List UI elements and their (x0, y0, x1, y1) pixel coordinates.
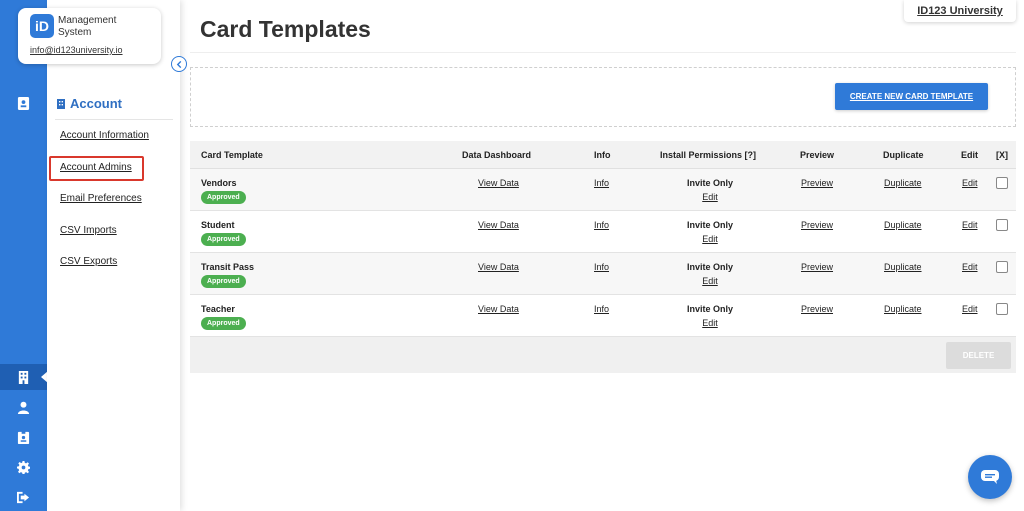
organization-switcher[interactable]: ID123 University (904, 0, 1016, 22)
create-card-template-button[interactable]: CREATE NEW CARD TEMPLATE (835, 83, 988, 110)
edit-link[interactable]: Edit (962, 178, 978, 188)
preview-link[interactable]: Preview (801, 220, 833, 230)
user-icon[interactable] (0, 394, 47, 420)
collapse-sidebar-button[interactable] (171, 56, 187, 72)
sidebar-section-title: Account (57, 96, 122, 111)
row-select-checkbox[interactable] (996, 261, 1008, 273)
permission-value: Invite Only (686, 178, 733, 188)
chat-icon (981, 470, 999, 484)
permission-value: Invite Only (686, 304, 733, 314)
preview-link[interactable]: Preview (801, 178, 833, 188)
table-row: Vendors Approved View Data Info Invite O… (190, 169, 1016, 211)
sidebar-item-csv-exports[interactable]: CSV Exports (60, 256, 117, 267)
duplicate-link[interactable]: Duplicate (884, 304, 922, 314)
gear-icon[interactable] (0, 454, 47, 480)
edit-link[interactable]: Edit (962, 220, 978, 230)
template-name: Transit Pass (201, 262, 255, 272)
header-select: [X] (996, 150, 1008, 160)
delete-button[interactable]: DELETE (946, 342, 1011, 369)
status-badge: Approved (201, 317, 246, 330)
info-link[interactable]: Info (594, 220, 609, 230)
id-badge-icon[interactable] (0, 424, 47, 450)
status-badge: Approved (201, 233, 246, 246)
chat-button[interactable] (968, 455, 1012, 499)
permission-edit-link[interactable]: Edit (684, 192, 736, 202)
duplicate-link[interactable]: Duplicate (884, 262, 922, 272)
sidebar-item-account-admins[interactable]: Account Admins (60, 162, 132, 173)
chevron-left-icon (176, 60, 181, 68)
sidebar-item-account-information[interactable]: Account Information (60, 130, 149, 141)
account-sidebar: Account Account Information Account Admi… (47, 0, 180, 511)
page-title: Card Templates (200, 16, 371, 42)
building-icon (57, 98, 65, 109)
info-link[interactable]: Info (594, 304, 609, 314)
header-data-dashboard: Data Dashboard (462, 150, 532, 160)
main-content: ID123 University Card Templates CREATE N… (190, 0, 1024, 511)
sidebar-divider (55, 119, 173, 120)
logout-icon[interactable] (0, 484, 47, 510)
header-card-template: Card Template (201, 150, 263, 160)
table-row: Student Approved View Data Info Invite O… (190, 211, 1016, 253)
header-edit: Edit (961, 150, 978, 160)
duplicate-link[interactable]: Duplicate (884, 220, 922, 230)
row-select-checkbox[interactable] (996, 303, 1008, 315)
view-data-link[interactable]: View Data (478, 304, 519, 314)
status-badge: Approved (201, 191, 246, 204)
preview-link[interactable]: Preview (801, 262, 833, 272)
info-link[interactable]: Info (594, 178, 609, 188)
permission-edit-link[interactable]: Edit (684, 234, 736, 244)
view-data-link[interactable]: View Data (478, 262, 519, 272)
edit-link[interactable]: Edit (962, 262, 978, 272)
brand-logo: iD (30, 14, 54, 38)
brand-name-line1: Management (58, 15, 117, 26)
row-select-checkbox[interactable] (996, 177, 1008, 189)
app-root: Account Account Information Account Admi… (0, 0, 1024, 511)
edit-link[interactable]: Edit (962, 304, 978, 314)
header-preview: Preview (800, 150, 835, 160)
table-row: Transit Pass Approved View Data Info Inv… (190, 253, 1016, 295)
permission-edit-link[interactable]: Edit (684, 318, 736, 328)
view-data-link[interactable]: View Data (478, 220, 519, 230)
brand-name: Management System (58, 15, 116, 39)
table-header: Card Template Data Dashboard Info Instal… (190, 141, 1016, 169)
preview-link[interactable]: Preview (801, 304, 833, 314)
permission-edit-link[interactable]: Edit (684, 276, 736, 286)
id-card-icon[interactable] (0, 90, 47, 116)
status-badge: Approved (201, 275, 246, 288)
duplicate-link[interactable]: Duplicate (884, 178, 922, 188)
icon-rail (0, 0, 48, 511)
title-divider (190, 52, 1016, 53)
brand-name-line2: System (58, 27, 92, 38)
view-data-link[interactable]: View Data (478, 178, 519, 188)
brand-card: iD Management System info@id123universit… (18, 8, 161, 64)
sidebar-item-csv-imports[interactable]: CSV Imports (60, 225, 117, 236)
table-row: Teacher Approved View Data Info Invite O… (190, 295, 1016, 337)
card-templates-table: Card Template Data Dashboard Info Instal… (190, 141, 1016, 373)
building-icon[interactable] (0, 364, 48, 390)
permission-value: Invite Only (686, 262, 733, 272)
header-install-permissions[interactable]: Install Permissions [?] (660, 150, 756, 160)
sidebar-item-email-preferences[interactable]: Email Preferences (60, 193, 142, 204)
template-name: Teacher (201, 304, 235, 314)
template-name: Vendors (201, 178, 237, 188)
header-info: Info (594, 150, 611, 160)
template-name: Student (201, 220, 235, 230)
account-email-link[interactable]: info@id123university.io (30, 45, 123, 55)
table-footer: DELETE (190, 337, 1016, 373)
info-link[interactable]: Info (594, 262, 609, 272)
header-duplicate: Duplicate (883, 150, 924, 160)
sidebar-title-label: Account (70, 96, 122, 111)
permission-value: Invite Only (686, 220, 733, 230)
row-select-checkbox[interactable] (996, 219, 1008, 231)
